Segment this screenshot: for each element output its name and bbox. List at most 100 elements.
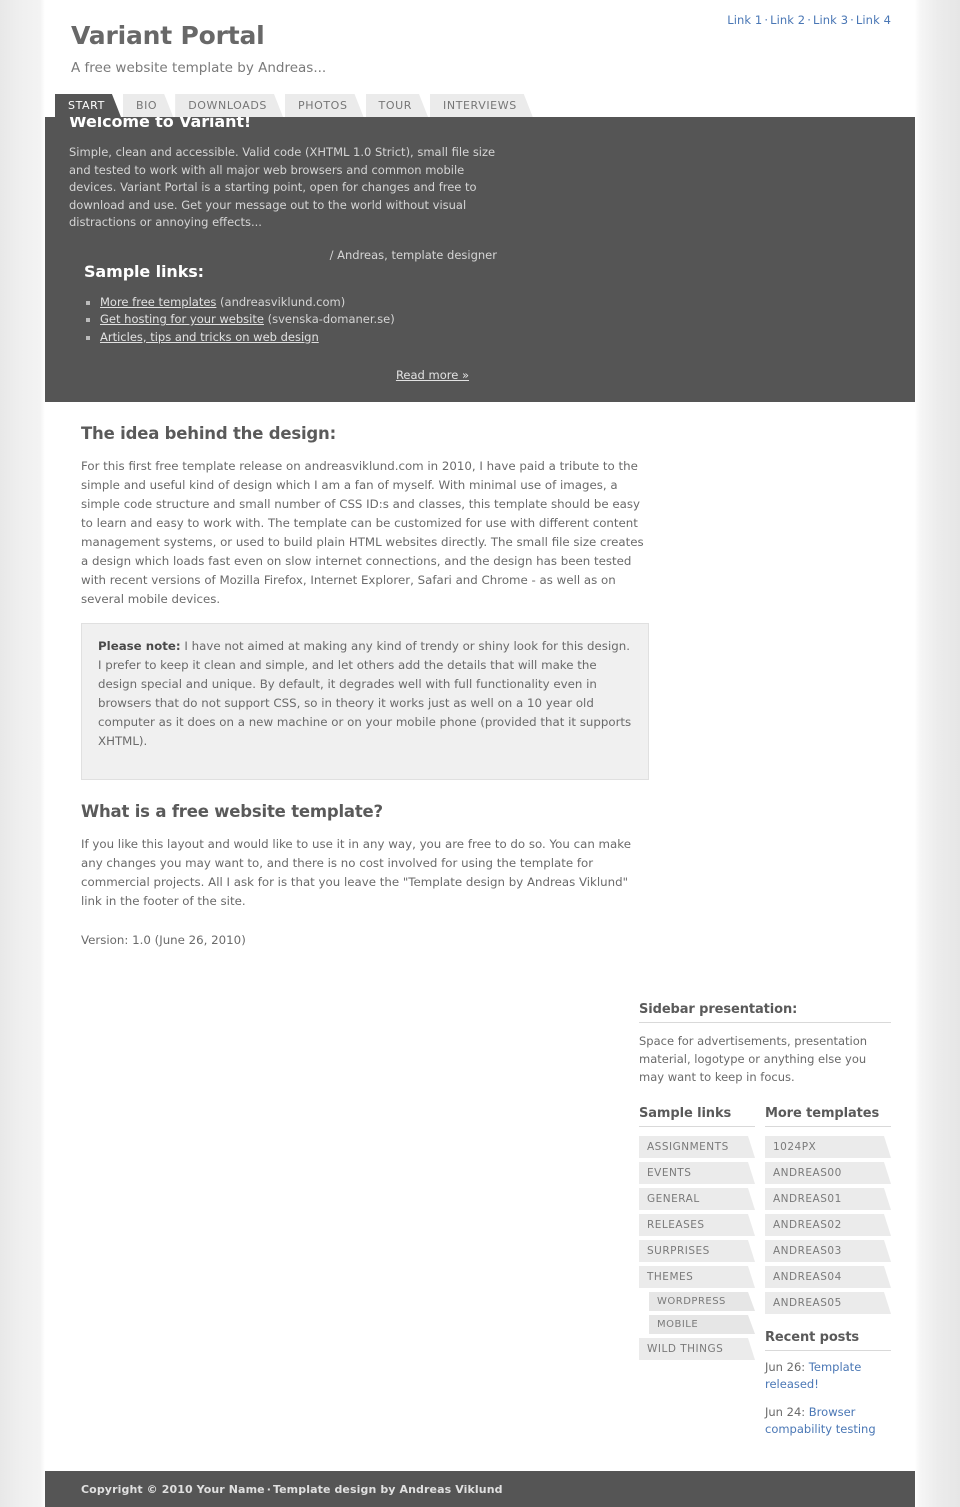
banner-signature: / Andreas, template designer [329, 247, 497, 262]
please-note-box: Please note: I have not aimed at making … [81, 623, 649, 780]
tab-interviews[interactable]: INTERVIEWS [430, 94, 533, 117]
content-heading-free-template: What is a free website template? [81, 802, 383, 821]
please-note-label: Please note: [98, 639, 181, 653]
tab-downloads[interactable]: DOWNLOADS [175, 94, 283, 117]
template-link-andreas02[interactable]: ANDREAS02 [765, 1214, 891, 1236]
top-link-4[interactable]: Link 4 [856, 13, 891, 27]
sidebar-link-general[interactable]: GENERAL [639, 1188, 755, 1210]
list-item: ANDREAS05 [765, 1292, 891, 1314]
banner-link-item: More free templates (andreasviklund.com) [84, 294, 469, 312]
list-item: EVENTS [639, 1162, 755, 1184]
footer-copyright: Copyright © 2010 Your Name [81, 1483, 265, 1496]
banner-link-2[interactable]: Get hosting for your website [100, 312, 264, 326]
site-tagline: A free website template by Andreas... [71, 59, 327, 76]
sidebar-link-surprises[interactable]: SURPRISES [639, 1240, 755, 1262]
footer-credit: Template design by Andreas Viklund [272, 1483, 503, 1496]
sidebar-sublink-wordpress[interactable]: WORDPRESS [649, 1292, 755, 1311]
please-note-text: I have not aimed at making any kind of t… [98, 639, 632, 748]
recent-post-item: Jun 24: Browser compability testing [765, 1404, 891, 1438]
template-link-1024px[interactable]: 1024PX [765, 1136, 891, 1158]
content-paragraph-idea: For this first free template release on … [81, 459, 644, 606]
sidebar-two-columns: Sample links ASSIGNMENTS EVENTS GENERAL REL… [639, 1106, 891, 1449]
footer-text-row: Copyright © 2010 Your Name · Template desi… [69, 1483, 891, 1496]
tab-start[interactable]: START [55, 94, 121, 117]
please-note-paragraph: Please note: I have not aimed at making … [98, 637, 632, 751]
sidebar-column: Sidebar presentation: Space for advertis… [639, 986, 891, 1471]
list-item: ANDREAS02 [765, 1214, 891, 1236]
sidebar-link-wild-things[interactable]: WILD THINGS [639, 1338, 755, 1360]
banner-sample-link-list: More free templates (andreasviklund.com)… [84, 294, 469, 347]
version-text: Version: 1.0 (June 26, 2010) [81, 933, 246, 947]
recent-post-date: Jun 26: [765, 1360, 809, 1374]
top-link-bar: Link 1 · Link 2 · Link 3 · Link 4 [727, 13, 891, 27]
read-more-link[interactable]: Read more » [396, 368, 469, 382]
list-item: ANDREAS00 [765, 1162, 891, 1184]
template-link-andreas00[interactable]: ANDREAS00 [765, 1162, 891, 1184]
sidebar-sample-links-column: Sample links ASSIGNMENTS EVENTS GENERAL REL… [639, 1106, 765, 1364]
template-link-andreas04[interactable]: ANDREAS04 [765, 1266, 891, 1288]
top-link-separator: · [807, 13, 811, 27]
top-link-1[interactable]: Link 1 [727, 13, 762, 27]
recent-posts-heading: Recent posts [765, 1330, 891, 1351]
tab-photos[interactable]: PHOTOS [285, 94, 364, 117]
list-item: ANDREAS01 [765, 1188, 891, 1210]
banner-left-column: Welcome to Variant! Simple, clean and ac… [69, 112, 499, 262]
read-more-row: Read more » [84, 368, 469, 382]
list-item: 1024PX [765, 1136, 891, 1158]
content-heading-idea: The idea behind the design: [81, 424, 336, 443]
sidebar-link-releases[interactable]: RELEASES [639, 1214, 755, 1236]
banner-body-text: Simple, clean and accessible. Valid code… [69, 145, 496, 229]
banner-links-heading: Sample links: [84, 261, 204, 281]
tab-tour[interactable]: TOUR [366, 94, 428, 117]
content-paragraph-free-template: If you like this layout and would like t… [81, 837, 631, 908]
sidebar-sublink-mobile[interactable]: MOBILE [649, 1315, 755, 1334]
main-area: The idea behind the design: For this fir… [45, 402, 915, 1471]
intro-banner: Welcome to Variant! Simple, clean and ac… [45, 94, 915, 402]
template-link-andreas05[interactable]: ANDREAS05 [765, 1292, 891, 1314]
sidebar-sample-links-list: ASSIGNMENTS EVENTS GENERAL RELEASES SURPRISE… [639, 1136, 755, 1360]
recent-post-date: Jun 24: [765, 1405, 809, 1419]
sidebar-link-themes[interactable]: THEMES [639, 1266, 755, 1288]
sidebar-link-assignments[interactable]: ASSIGNMENTS [639, 1136, 755, 1158]
site-footer: Copyright © 2010 Your Name · Template desi… [45, 1471, 915, 1507]
sidebar-link-events[interactable]: EVENTS [639, 1162, 755, 1184]
page-wrapper: Link 1 · Link 2 · Link 3 · Link 4 Variant Port… [45, 0, 915, 1507]
list-item: ANDREAS04 [765, 1266, 891, 1288]
sidebar-more-templates-column: More templates 1024PX ANDREAS00 ANDREAS01 A… [765, 1106, 891, 1449]
sidebar-presentation-heading: Sidebar presentation: [639, 1002, 891, 1023]
list-item: SURPRISES [639, 1240, 755, 1262]
sidebar-presentation-text: Space for advertisements, presentation m… [639, 1034, 868, 1084]
banner-link-suffix: (svenska-domaner.se) [263, 312, 395, 326]
tab-bio[interactable]: BIO [123, 94, 173, 117]
banner-right-column: Sample links: More free templates (andre… [69, 262, 469, 383]
list-item: ANDREAS03 [765, 1240, 891, 1262]
top-link-separator: · [764, 13, 769, 27]
banner-link-item: Get hosting for your website (svenska-do… [84, 311, 469, 329]
recent-post-item: Jun 26: Template released! [765, 1359, 891, 1393]
template-link-andreas01[interactable]: ANDREAS01 [765, 1188, 891, 1210]
top-link-separator: · [850, 13, 854, 27]
banner-link-3[interactable]: Articles, tips and tricks on web design [100, 330, 319, 344]
site-header: Link 1 · Link 2 · Link 3 · Link 4 Variant Port… [45, 0, 915, 94]
list-item: GENERAL [639, 1188, 755, 1210]
list-item: RELEASES [639, 1214, 755, 1236]
sidebar-sublist: WORDPRESS MOBILE [649, 1292, 755, 1334]
sidebar-more-templates-list: 1024PX ANDREAS00 ANDREAS01 ANDREAS02 ANDREAS… [765, 1136, 891, 1314]
content-column: The idea behind the design: For this fir… [69, 402, 649, 986]
list-item: WILD THINGS [639, 1338, 755, 1360]
top-link-2[interactable]: Link 2 [770, 13, 805, 27]
sidebar-more-templates-heading: More templates [765, 1106, 891, 1127]
main-navigation-tabs: START BIO DOWNLOADS PHOTOS TOUR INTERVIEWS [45, 94, 915, 117]
list-item: WORDPRESS [649, 1292, 755, 1311]
recent-posts-list: Jun 26: Template released! Jun 24: Browse… [765, 1359, 891, 1438]
template-link-andreas03[interactable]: ANDREAS03 [765, 1240, 891, 1262]
list-item: ASSIGNMENTS [639, 1136, 755, 1158]
list-item: THEMES WORDPRESS MOBILE [639, 1266, 755, 1334]
top-link-3[interactable]: Link 3 [813, 13, 848, 27]
banner-link-item: Articles, tips and tricks on web design [84, 329, 469, 347]
sidebar-sample-links-heading: Sample links [639, 1106, 755, 1127]
banner-link-1[interactable]: More free templates [100, 295, 216, 309]
recent-posts-section: Recent posts Jun 26: Template released! J… [765, 1330, 891, 1438]
banner-link-suffix: (andreasviklund.com) [216, 294, 346, 309]
footer-separator: · [266, 1483, 271, 1496]
